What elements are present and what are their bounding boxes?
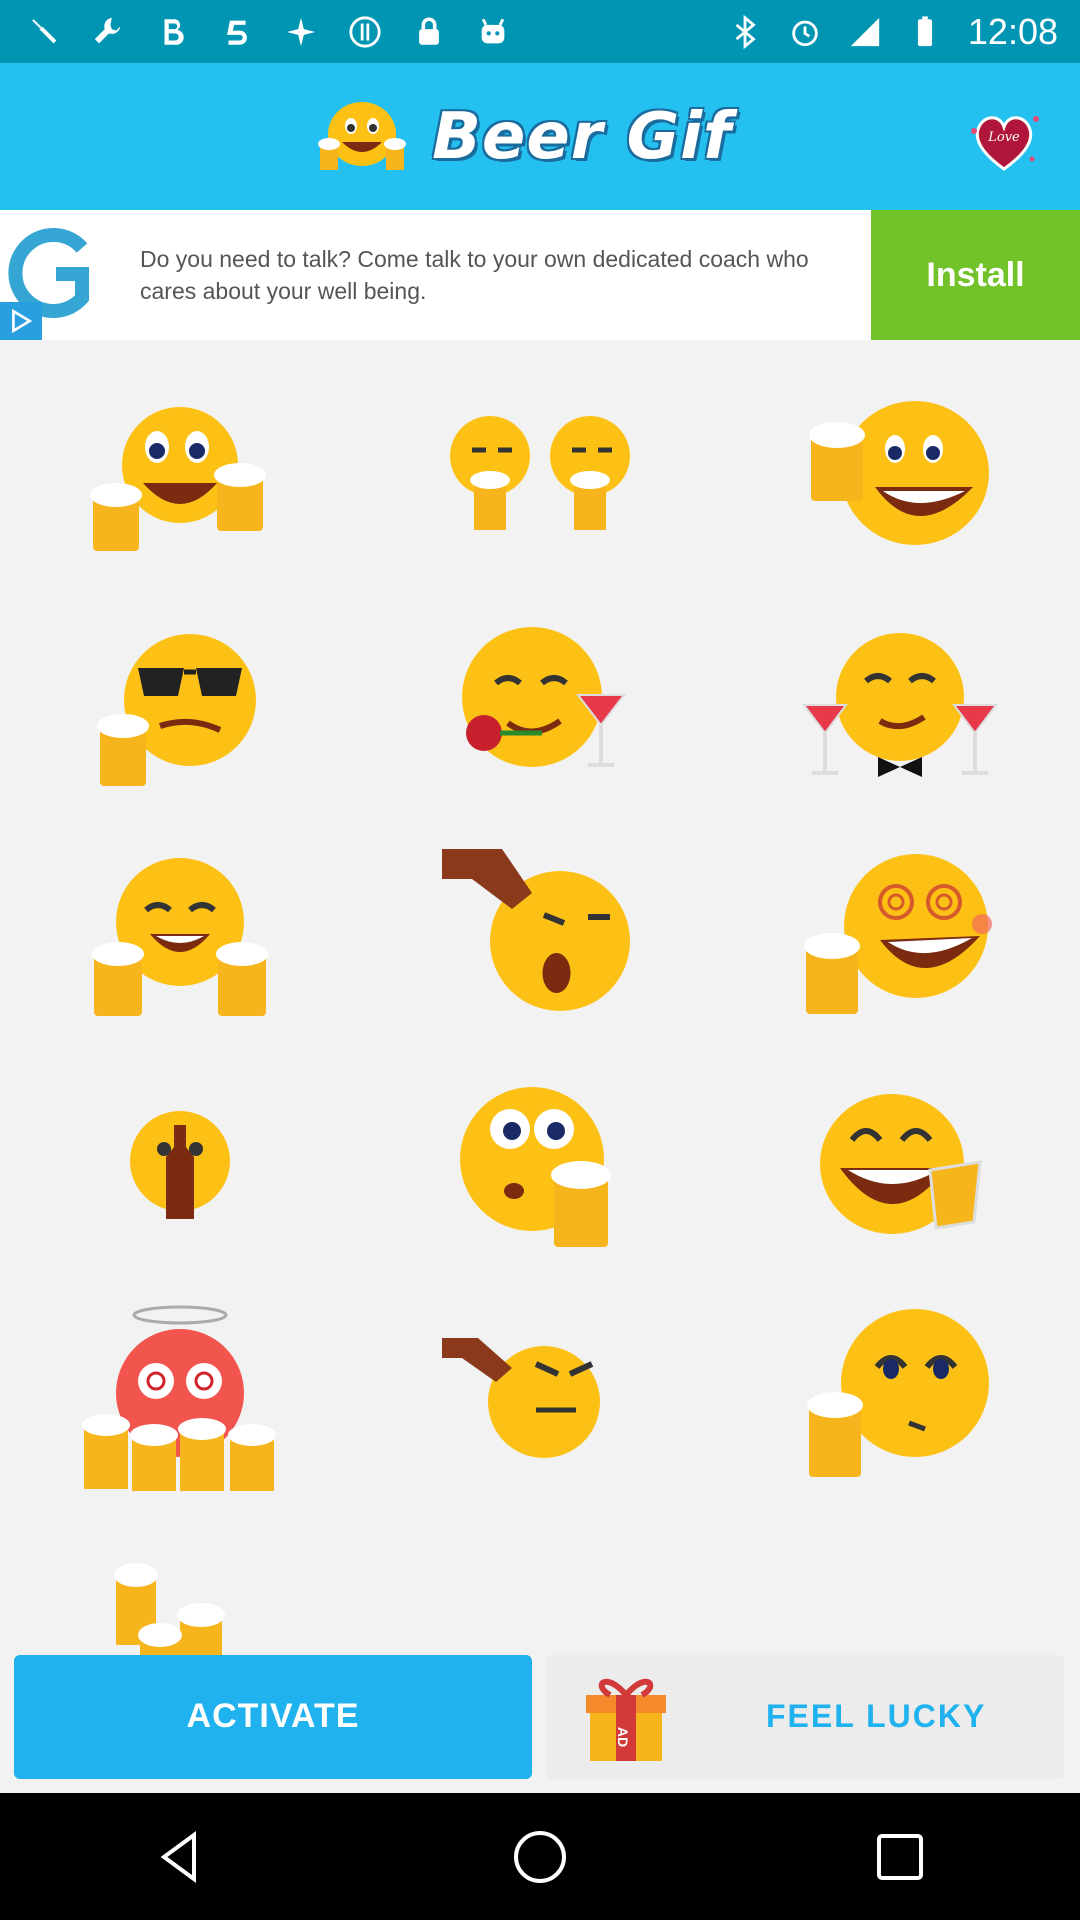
- sticker-item[interactable]: [360, 820, 720, 1050]
- gift-box-icon: AD: [586, 1678, 666, 1761]
- bottle-pour-angry-sticker: [442, 1338, 600, 1458]
- sticker-item[interactable]: [720, 590, 1080, 820]
- activate-button[interactable]: ACTIVATE: [14, 1654, 532, 1779]
- drunk-red-spiral-sticker: [82, 1305, 276, 1491]
- status-bar: 12:08: [0, 0, 1080, 63]
- gift-ad-badge: AD: [615, 1726, 631, 1746]
- sticker-item[interactable]: [720, 1050, 1080, 1280]
- sticker-item[interactable]: [360, 590, 720, 820]
- sunglasses-beer-sticker: [97, 634, 256, 786]
- android-icon: [481, 18, 505, 43]
- beer-smiley-logo-icon: [318, 101, 407, 170]
- status-time: 12:08: [967, 10, 1058, 52]
- two-smileys-with-beer-sticker: [450, 416, 630, 530]
- bowtie-cocktails-sticker: [802, 633, 998, 777]
- play-triangle-icon: [12, 308, 33, 334]
- install-button[interactable]: Install: [871, 210, 1080, 340]
- sticker-item[interactable]: [720, 360, 1080, 590]
- grinning-glass-sticker: [820, 1094, 982, 1234]
- heart-icon: Love: [971, 116, 1039, 171]
- bold-b-icon: [164, 18, 184, 45]
- bottle-in-mouth-sticker: [130, 1111, 230, 1219]
- ad-text: Do you need to talk? Come talk to your o…: [140, 246, 809, 304]
- sticker-item[interactable]: [720, 1280, 1080, 1510]
- feel-lucky-label: FEEL LUCKY: [766, 1698, 987, 1734]
- sticker-item[interactable]: [0, 1050, 360, 1280]
- app-title: Beer Gif: [432, 99, 732, 174]
- ad-choices-icon[interactable]: [0, 302, 42, 340]
- wrench-icon: [32, 18, 57, 43]
- info-icon: [349, 15, 381, 48]
- love-button[interactable]: Love: [966, 101, 1042, 177]
- laughing-with-mug-sticker: [809, 401, 989, 545]
- happy-two-mugs-sticker: [92, 858, 268, 1016]
- rose-cocktail-sticker: [462, 627, 627, 767]
- recents-icon[interactable]: [870, 1827, 930, 1887]
- bottom-action-bar: ACTIVATE AD FEEL LUCKY: [0, 1640, 1080, 1793]
- sticker-item[interactable]: [0, 590, 360, 820]
- sticker-item[interactable]: [360, 360, 720, 590]
- sticker-item[interactable]: [720, 820, 1080, 1050]
- app-logo: Beer Gif: [318, 100, 732, 174]
- cheers-two-mugs-sticker: [90, 407, 266, 551]
- sticker-item[interactable]: [0, 360, 360, 590]
- sticker-item[interactable]: [0, 820, 360, 1050]
- system-nav-bar: [0, 1793, 1080, 1920]
- lock-icon: [419, 17, 439, 45]
- sticker-grid: [0, 360, 1080, 1740]
- ad-banner[interactable]: Do you need to talk? Come talk to your o…: [0, 210, 1080, 340]
- smirk-mug-sticker: [807, 1309, 989, 1477]
- wrench-icon: [94, 17, 121, 43]
- advertiser-logo: [0, 210, 110, 340]
- fake-gps-icon: [286, 17, 316, 46]
- app-5-icon: [227, 20, 247, 45]
- sticker-item[interactable]: [360, 1280, 720, 1510]
- bottle-pour-sad-sticker: [442, 849, 630, 1011]
- love-badge-text: Love: [987, 130, 1020, 145]
- surprised-mug-sticker: [460, 1087, 611, 1247]
- alarm-icon: [792, 20, 818, 46]
- feel-lucky-button[interactable]: AD FEEL LUCKY: [546, 1654, 1064, 1779]
- sticker-item[interactable]: [360, 1050, 720, 1280]
- app-bar: Beer Gif Love: [0, 63, 1080, 210]
- dizzy-beer-sticker: [804, 854, 992, 1014]
- home-icon[interactable]: [510, 1827, 570, 1887]
- battery-icon: [917, 15, 932, 46]
- signal-icon: [850, 17, 880, 46]
- sticker-item[interactable]: [0, 1280, 360, 1510]
- bluetooth-icon: [735, 14, 756, 49]
- back-icon[interactable]: [150, 1827, 210, 1887]
